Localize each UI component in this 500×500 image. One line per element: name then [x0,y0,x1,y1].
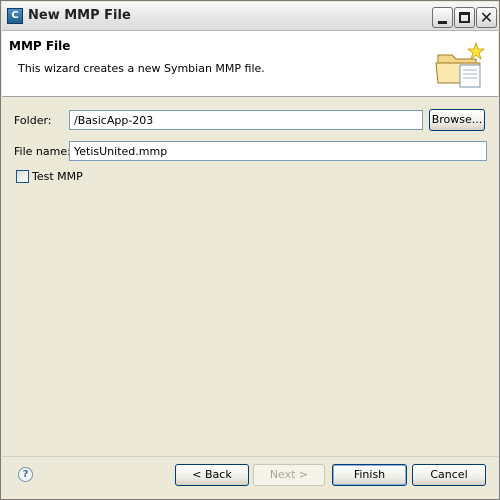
wizard-banner: MMP File This wizard creates a new Symbi… [2,31,498,97]
maximize-button[interactable] [454,7,475,28]
minimize-button[interactable] [432,7,453,28]
page-description: This wizard creates a new Symbian MMP fi… [18,62,265,75]
wizard-window: C New MMP File ✕ MMP File This wizard cr… [0,0,500,500]
title-bar[interactable]: C New MMP File ✕ [2,2,498,31]
finish-button[interactable]: Finish [332,464,407,486]
help-icon[interactable]: ? [18,467,33,482]
close-button[interactable]: ✕ [476,7,497,28]
back-button[interactable]: < Back [175,464,249,486]
minimize-icon [438,21,447,24]
cancel-button[interactable]: Cancel [412,464,486,486]
carbide-app-icon: C [7,8,23,24]
maximize-icon [459,12,470,23]
page-title: MMP File [9,39,71,53]
button-bar-divider [2,456,498,457]
close-icon: ✕ [479,8,494,27]
test-mmp-label: Test MMP [32,170,83,183]
folder-input[interactable]: /BasicApp-203 [69,110,423,130]
folder-label: Folder: [14,114,52,127]
filename-input[interactable]: YetisUnited.mmp [69,141,487,161]
test-mmp-checkbox[interactable] [16,170,29,183]
filename-label: File name: [14,145,71,158]
new-folder-wizard-icon [435,41,486,88]
window-title: New MMP File [28,8,131,23]
next-button[interactable]: Next > [253,464,325,486]
browse-button[interactable]: Browse... [429,109,485,131]
